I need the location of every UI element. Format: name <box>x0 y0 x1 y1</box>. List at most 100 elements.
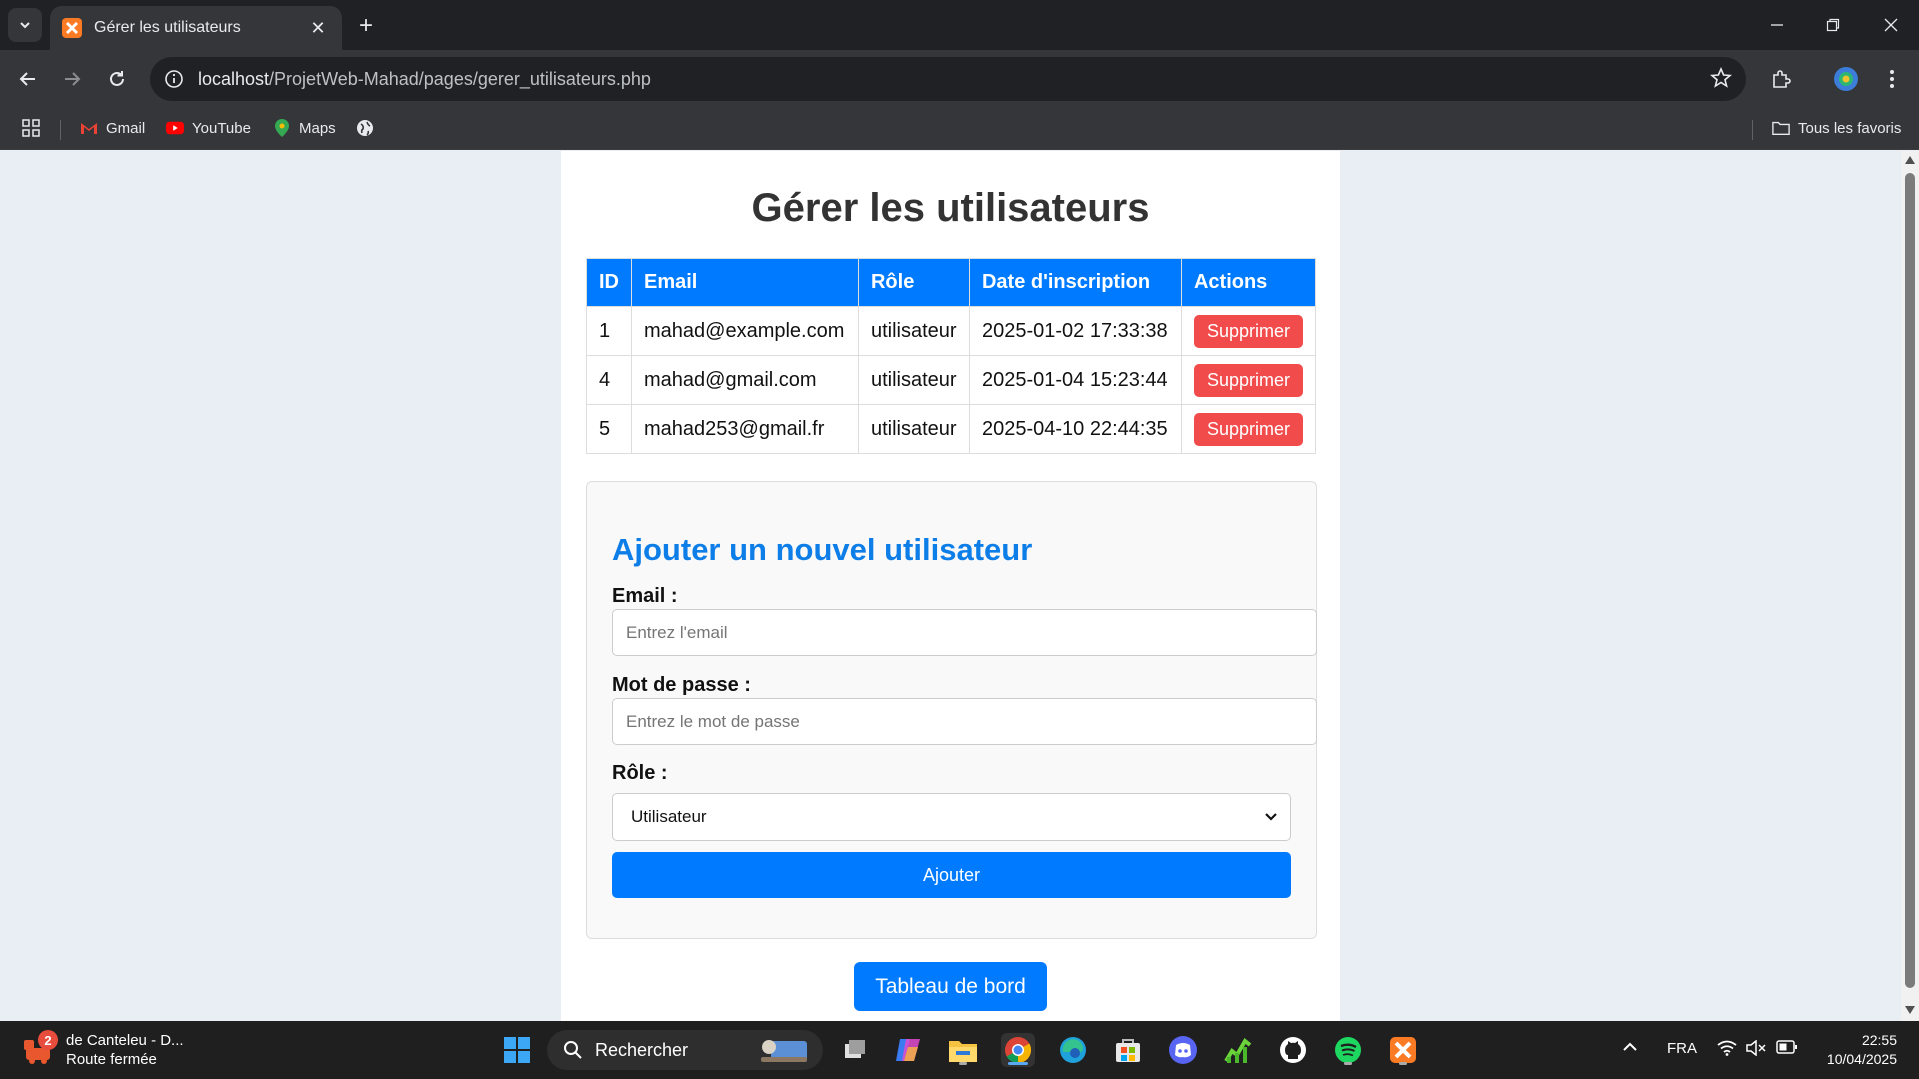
file-explorer-icon[interactable] <box>946 1033 980 1067</box>
dashboard-button[interactable]: Tableau de bord <box>854 962 1047 1011</box>
spotify-icon[interactable] <box>1331 1033 1365 1067</box>
scrollbar-thumb[interactable] <box>1905 173 1915 988</box>
address-bar[interactable]: localhost/ProjetWeb-Mahad/pages/gerer_ut… <box>150 57 1746 101</box>
scroll-up-arrow-icon[interactable] <box>1905 156 1915 164</box>
news-title: de Canteleu - D... <box>66 1032 184 1049</box>
site-info-icon[interactable] <box>164 69 184 89</box>
minimize-window-icon[interactable] <box>1757 10 1797 40</box>
column-header-date: Date d'inscription <box>968 258 1182 307</box>
bookmark-youtube[interactable]: YouTube <box>166 119 251 137</box>
delete-user-button[interactable]: Supprimer <box>1193 412 1303 446</box>
folder-icon <box>1772 119 1790 137</box>
page-scrollbar[interactable] <box>1901 151 1919 1021</box>
search-highlight-icon <box>761 1040 807 1062</box>
search-icon <box>564 1041 582 1059</box>
cell-id: 5 <box>586 404 632 454</box>
extensions-puzzle-icon[interactable] <box>1766 64 1796 94</box>
taskbar-search[interactable]: Rechercher <box>547 1030 823 1070</box>
stocks-app-icon[interactable] <box>1221 1033 1255 1067</box>
profile-avatar[interactable] <box>1831 64 1861 94</box>
edge-icon[interactable] <box>1056 1033 1090 1067</box>
users-table: ID Email Rôle Date d'inscription Actions… <box>586 258 1317 454</box>
news-badge: 2 <box>38 1030 58 1050</box>
bookmarks-bar: Gmail YouTube Maps Tous les favoris <box>0 108 1919 150</box>
volume-muted-icon[interactable] <box>1746 1039 1766 1060</box>
column-header-actions: Actions <box>1180 258 1317 307</box>
password-field[interactable] <box>612 698 1317 745</box>
all-bookmarks-folder[interactable]: Tous les favoris <box>1772 119 1901 137</box>
column-header-id: ID <box>586 258 632 307</box>
bookmark-maps[interactable]: Maps <box>273 119 336 137</box>
tab-title: Gérer les utilisateurs <box>94 19 241 36</box>
running-indicator <box>1399 1062 1407 1065</box>
forward-arrow-icon[interactable] <box>57 64 87 94</box>
cell-id: 4 <box>586 355 632 405</box>
cell-email: mahad253@gmail.fr <box>631 404 859 454</box>
email-field[interactable] <box>612 609 1317 656</box>
taskbar-clock[interactable]: 22:55 10/04/2025 <box>1827 1031 1897 1069</box>
cell-role: utilisateur <box>857 306 970 356</box>
role-selected-value: Utilisateur <box>631 807 707 826</box>
menu-kebab-icon[interactable] <box>1877 64 1907 94</box>
github-icon[interactable] <box>1276 1033 1310 1067</box>
running-indicator <box>1344 1062 1352 1065</box>
cell-id: 1 <box>586 306 632 356</box>
delete-user-button[interactable]: Supprimer <box>1193 314 1303 348</box>
scroll-down-arrow-icon[interactable] <box>1905 1006 1915 1014</box>
windows-start-icon[interactable] <box>500 1033 534 1067</box>
search-label: Rechercher <box>595 1039 689 1060</box>
active-indicator <box>1008 1062 1028 1065</box>
copilot-icon[interactable] <box>891 1033 925 1067</box>
cell-role: utilisateur <box>857 355 970 405</box>
bookmarks-separator <box>60 120 61 140</box>
role-select[interactable]: Utilisateur <box>612 793 1291 841</box>
task-view-icon[interactable] <box>838 1033 872 1067</box>
cell-actions: Supprimer <box>1180 404 1317 454</box>
news-subtitle: Route fermée <box>66 1051 157 1068</box>
news-widget[interactable]: 2 de Canteleu - D... Route fermée <box>22 1030 184 1069</box>
close-tab-icon[interactable]: ✕ <box>306 16 330 40</box>
delete-user-button[interactable]: Supprimer <box>1193 363 1303 397</box>
page-title: Gérer les utilisateurs <box>751 186 1150 230</box>
table-row: 5 mahad253@gmail.fr utilisateur 2025-04-… <box>586 404 1317 454</box>
bookmark-star-icon[interactable] <box>1709 66 1733 94</box>
language-indicator[interactable]: FRA <box>1667 1040 1697 1057</box>
form-title: Ajouter un nouvel utilisateur <box>612 532 1033 567</box>
back-arrow-icon[interactable] <box>13 64 43 94</box>
xampp-icon[interactable] <box>1386 1033 1420 1067</box>
cell-role: utilisateur <box>857 404 970 454</box>
bookmark-gmail[interactable]: Gmail <box>80 119 145 137</box>
cell-email: mahad@gmail.com <box>631 355 859 405</box>
show-hidden-icons-chevron-up-icon[interactable] <box>1622 1040 1638 1057</box>
bookmark-label: YouTube <box>192 119 251 137</box>
microsoft-store-icon[interactable] <box>1111 1033 1145 1067</box>
cell-actions: Supprimer <box>1180 306 1317 356</box>
apps-grid-icon[interactable] <box>22 119 40 137</box>
browser-tab-active[interactable]: Gérer les utilisateurs ✕ <box>50 6 342 50</box>
new-tab-button[interactable]: + <box>352 12 380 40</box>
close-window-icon[interactable] <box>1871 10 1911 40</box>
maps-pin-icon <box>273 119 291 137</box>
main-container: Gérer les utilisateurs ID Email Rôle Dat… <box>561 151 1340 1021</box>
bookmark-label: Maps <box>299 119 336 137</box>
discord-icon[interactable] <box>1166 1033 1200 1067</box>
clock-time: 22:55 <box>1861 1032 1897 1048</box>
tab-search-button[interactable] <box>8 8 42 42</box>
clock-date: 10/04/2025 <box>1826 1051 1897 1067</box>
column-header-role: Rôle <box>857 258 970 307</box>
bookmark-globe[interactable] <box>356 119 382 137</box>
wifi-icon[interactable] <box>1717 1040 1737 1060</box>
gmail-icon <box>80 119 98 137</box>
reload-icon[interactable] <box>102 64 132 94</box>
xampp-favicon-icon <box>62 18 82 38</box>
running-indicator <box>959 1062 967 1065</box>
page-viewport: Gérer les utilisateurs ID Email Rôle Dat… <box>0 151 1901 1021</box>
restore-window-icon[interactable] <box>1813 10 1853 40</box>
table-row: 1 mahad@example.com utilisateur 2025-01-… <box>586 306 1317 356</box>
add-user-button[interactable]: Ajouter <box>612 852 1291 898</box>
battery-icon[interactable] <box>1776 1040 1798 1058</box>
chevron-down-icon <box>1265 813 1277 821</box>
table-header-row: ID Email Rôle Date d'inscription Actions <box>586 258 1317 307</box>
chrome-icon[interactable] <box>1001 1033 1035 1067</box>
url-text: localhost/ProjetWeb-Mahad/pages/gerer_ut… <box>198 68 651 89</box>
